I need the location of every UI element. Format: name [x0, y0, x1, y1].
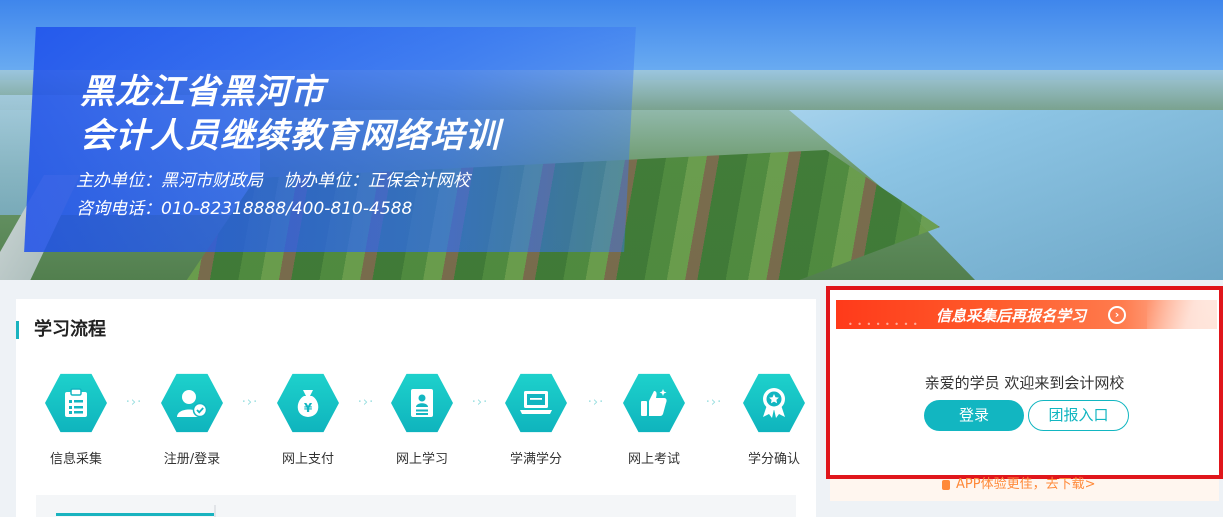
- step-separator: ·›·: [125, 395, 143, 410]
- app-download-strip[interactable]: APP体验更佳，去下载>: [830, 477, 1219, 501]
- step-separator: ·›·: [471, 395, 489, 410]
- step-complete-credits[interactable]: 学满学分: [496, 372, 576, 467]
- banner-host: 主办单位：黑河市财政局: [76, 171, 263, 191]
- banner-title-line1: 黑龙江省黑河市: [80, 72, 325, 112]
- document-icon: [391, 373, 453, 433]
- step-separator: ·›·: [587, 395, 605, 410]
- promo-banner[interactable]: • • • • • • • • 信息采集后再报名学习 ›: [836, 300, 1217, 329]
- award-icon: [743, 373, 805, 433]
- step-label: 网上学习: [395, 452, 448, 467]
- step-online-exam[interactable]: 网上考试: [614, 372, 694, 467]
- banner-title-line2: 会计人员继续教育网络培训: [80, 116, 500, 156]
- clipboard-icon: [45, 373, 107, 433]
- step-online-study[interactable]: 网上学习: [382, 372, 462, 467]
- phone-icon: [942, 479, 950, 490]
- chevron-right-icon[interactable]: ›: [1108, 306, 1126, 324]
- step-separator: ·›·: [357, 395, 375, 410]
- banner-organizers: 主办单位：黑河市财政局 协办单位：正保会计网校: [76, 166, 470, 191]
- step-label: 学满学分: [509, 452, 562, 467]
- welcome-text: 亲爱的学员 欢迎来到会计网校: [924, 374, 1125, 392]
- svg-text:¥: ¥: [304, 401, 313, 415]
- login-panel: • • • • • • • • 信息采集后再报名学习 › 亲爱的学员 欢迎来到会…: [826, 286, 1223, 479]
- tab-divider: [214, 505, 216, 517]
- laptop-icon: [505, 373, 567, 433]
- step-label: 网上支付: [281, 452, 334, 467]
- step-label: 信息采集: [49, 452, 102, 467]
- group-registration-button[interactable]: 团报入口: [1028, 400, 1129, 431]
- step-label: 学分确认: [747, 452, 800, 467]
- step-separator: ·›·: [705, 395, 723, 410]
- banner-phone: 咨询电话：010-82318888/400-810-4588: [76, 199, 413, 219]
- step-online-payment[interactable]: ¥ 网上支付: [268, 372, 348, 467]
- step-credit-confirmation[interactable]: 学分确认: [734, 372, 814, 467]
- promo-decoration: • • • • • • • •: [848, 320, 919, 329]
- promo-text: 信息采集后再报名学习: [936, 307, 1087, 325]
- user-check-icon: [161, 373, 223, 433]
- step-label: 网上考试: [627, 452, 680, 467]
- step-label: 注册/登录: [163, 452, 221, 467]
- thumbs-up-icon: [623, 373, 685, 433]
- active-tab-indicator[interactable]: [56, 513, 216, 516]
- step-separator: ·›·: [241, 395, 259, 410]
- login-button[interactable]: 登录: [924, 400, 1024, 431]
- step-info-collection[interactable]: 信息采集: [36, 372, 116, 467]
- app-download-text: APP体验更佳，去下载>: [956, 477, 1096, 492]
- app-download-link[interactable]: APP体验更佳，去下载>: [942, 477, 1096, 492]
- step-register-login[interactable]: 注册/登录: [152, 372, 232, 467]
- section-title: 学习流程: [16, 319, 106, 341]
- learning-process-card: 学习流程 信息采集 ·›· 注册/登录 ·›· ¥ 网上支付 ·›· 网上学习 …: [16, 299, 816, 517]
- money-bag-icon: ¥: [277, 373, 339, 433]
- content-tabs-area: [36, 495, 796, 517]
- banner-co-host: 协办单位：正保会计网校: [283, 171, 470, 191]
- hero-banner: 黑龙江省黑河市 会计人员继续教育网络培训 主办单位：黑河市财政局 协办单位：正保会…: [0, 0, 1223, 280]
